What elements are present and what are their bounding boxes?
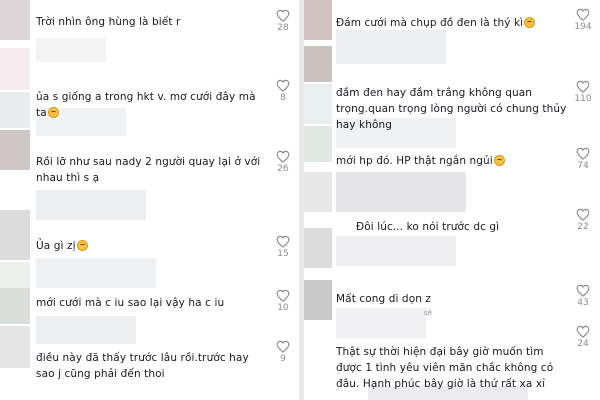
heart-outline-icon — [576, 80, 590, 93]
like-count: 22 — [577, 222, 589, 232]
heart-outline-icon — [576, 147, 590, 160]
blurred-avatar — [0, 288, 30, 324]
comment-text: đầm đen hay đầm trắng không quan trọng.q… — [336, 87, 567, 131]
like-button[interactable]: 8 — [268, 79, 298, 104]
blurred-username — [36, 38, 106, 62]
blurred-username — [36, 316, 136, 344]
smiling-emoji — [76, 240, 88, 251]
heart-outline-icon — [576, 325, 590, 338]
sad-emoji — [493, 155, 505, 166]
comment-subtext: sẽ — [424, 309, 432, 317]
like-button[interactable]: 24 — [568, 325, 598, 350]
like-count: 28 — [277, 23, 289, 33]
blurred-username — [336, 308, 426, 338]
blurred-avatar — [304, 126, 332, 162]
blurred-username — [336, 172, 466, 212]
like-count: 74 — [577, 161, 589, 171]
comment-text: Mất cong di dọn z — [336, 293, 432, 305]
like-count: 43 — [577, 298, 589, 308]
heart-outline-icon — [276, 289, 290, 302]
like-button[interactable]: 26 — [268, 150, 298, 175]
blurred-username — [36, 190, 146, 220]
blurred-avatar — [304, 84, 332, 124]
blurred-avatar — [304, 0, 332, 40]
like-count: 8 — [280, 93, 286, 103]
comment-text: Đôi lúc... ko nói trước dc gì — [356, 221, 500, 233]
like-count: 24 — [577, 339, 589, 349]
comment-text: mới hp đó. HP thật ngắn ngủi — [336, 153, 566, 169]
heart-outline-icon — [276, 79, 290, 92]
heart-outline-icon — [576, 208, 590, 221]
heart-outline-icon — [576, 284, 590, 297]
blurred-avatar — [304, 46, 332, 82]
comment-text: ủa s giống a trong hkt v. mơ cưới đây mà… — [36, 91, 256, 119]
blurred-avatar — [304, 280, 332, 320]
comment-text: điều này đã thấy trước lâu rồi.trước hay… — [36, 352, 249, 380]
like-button[interactable]: 9 — [268, 340, 298, 365]
like-count: 9 — [280, 354, 286, 364]
blurred-username — [36, 258, 156, 288]
blurred-username — [336, 30, 446, 64]
heart-outline-icon — [276, 150, 290, 163]
right-comment-panel: Đám cưới mà chụp đồ đen là thý kì 194 đầ… — [304, 0, 600, 400]
blurred-avatar — [304, 172, 332, 212]
like-button[interactable]: 10 — [268, 289, 298, 314]
blurred-avatar — [0, 210, 30, 260]
comment-text: mới cưới mà c iu sao lại vậy ha c iu — [36, 297, 225, 309]
blurred-avatar — [0, 326, 30, 368]
heart-outline-icon — [576, 8, 590, 21]
like-button[interactable]: 15 — [268, 235, 298, 260]
blurred-avatar — [0, 0, 30, 40]
like-button[interactable]: 22 — [568, 208, 598, 233]
like-button[interactable]: 110 — [568, 80, 598, 105]
heart-outline-icon — [276, 340, 290, 353]
like-button[interactable]: 28 — [268, 9, 298, 34]
grinning-sweat-emoji — [47, 107, 59, 118]
comment-text: Đám cưới mà chụp đồ đen là thý kì — [336, 15, 566, 31]
like-count: 194 — [574, 22, 592, 32]
like-button[interactable]: 43 — [568, 284, 598, 309]
like-button[interactable]: 194 — [568, 8, 598, 33]
comment-text: Rồi lỡ như sau nady 2 người quay lại ở v… — [36, 156, 261, 184]
comment-text: Trời nhìn ông hùng là biết r — [36, 16, 181, 28]
comment-text: Thật sự thời hiện đại bây giờ muốn tìm đ… — [336, 346, 554, 390]
blurred-avatar — [0, 262, 30, 288]
like-count: 15 — [277, 249, 289, 259]
like-count: 10 — [277, 303, 289, 313]
heart-outline-icon — [276, 9, 290, 22]
blurred-username — [336, 236, 456, 266]
grinning-sweat-emoji — [524, 17, 536, 28]
like-count: 26 — [277, 164, 289, 174]
blurred-avatar — [0, 130, 30, 170]
heart-outline-icon — [276, 235, 290, 248]
left-comment-panel: Trời nhìn ông hùng là biết r 28 ủa s giố… — [0, 0, 299, 400]
blurred-avatar — [304, 228, 332, 268]
like-count: 110 — [574, 94, 592, 104]
comment-text: Ủa gì zị — [36, 238, 266, 254]
like-button[interactable]: 74 — [568, 147, 598, 172]
blurred-avatar — [0, 92, 30, 128]
blurred-avatar — [0, 48, 30, 90]
